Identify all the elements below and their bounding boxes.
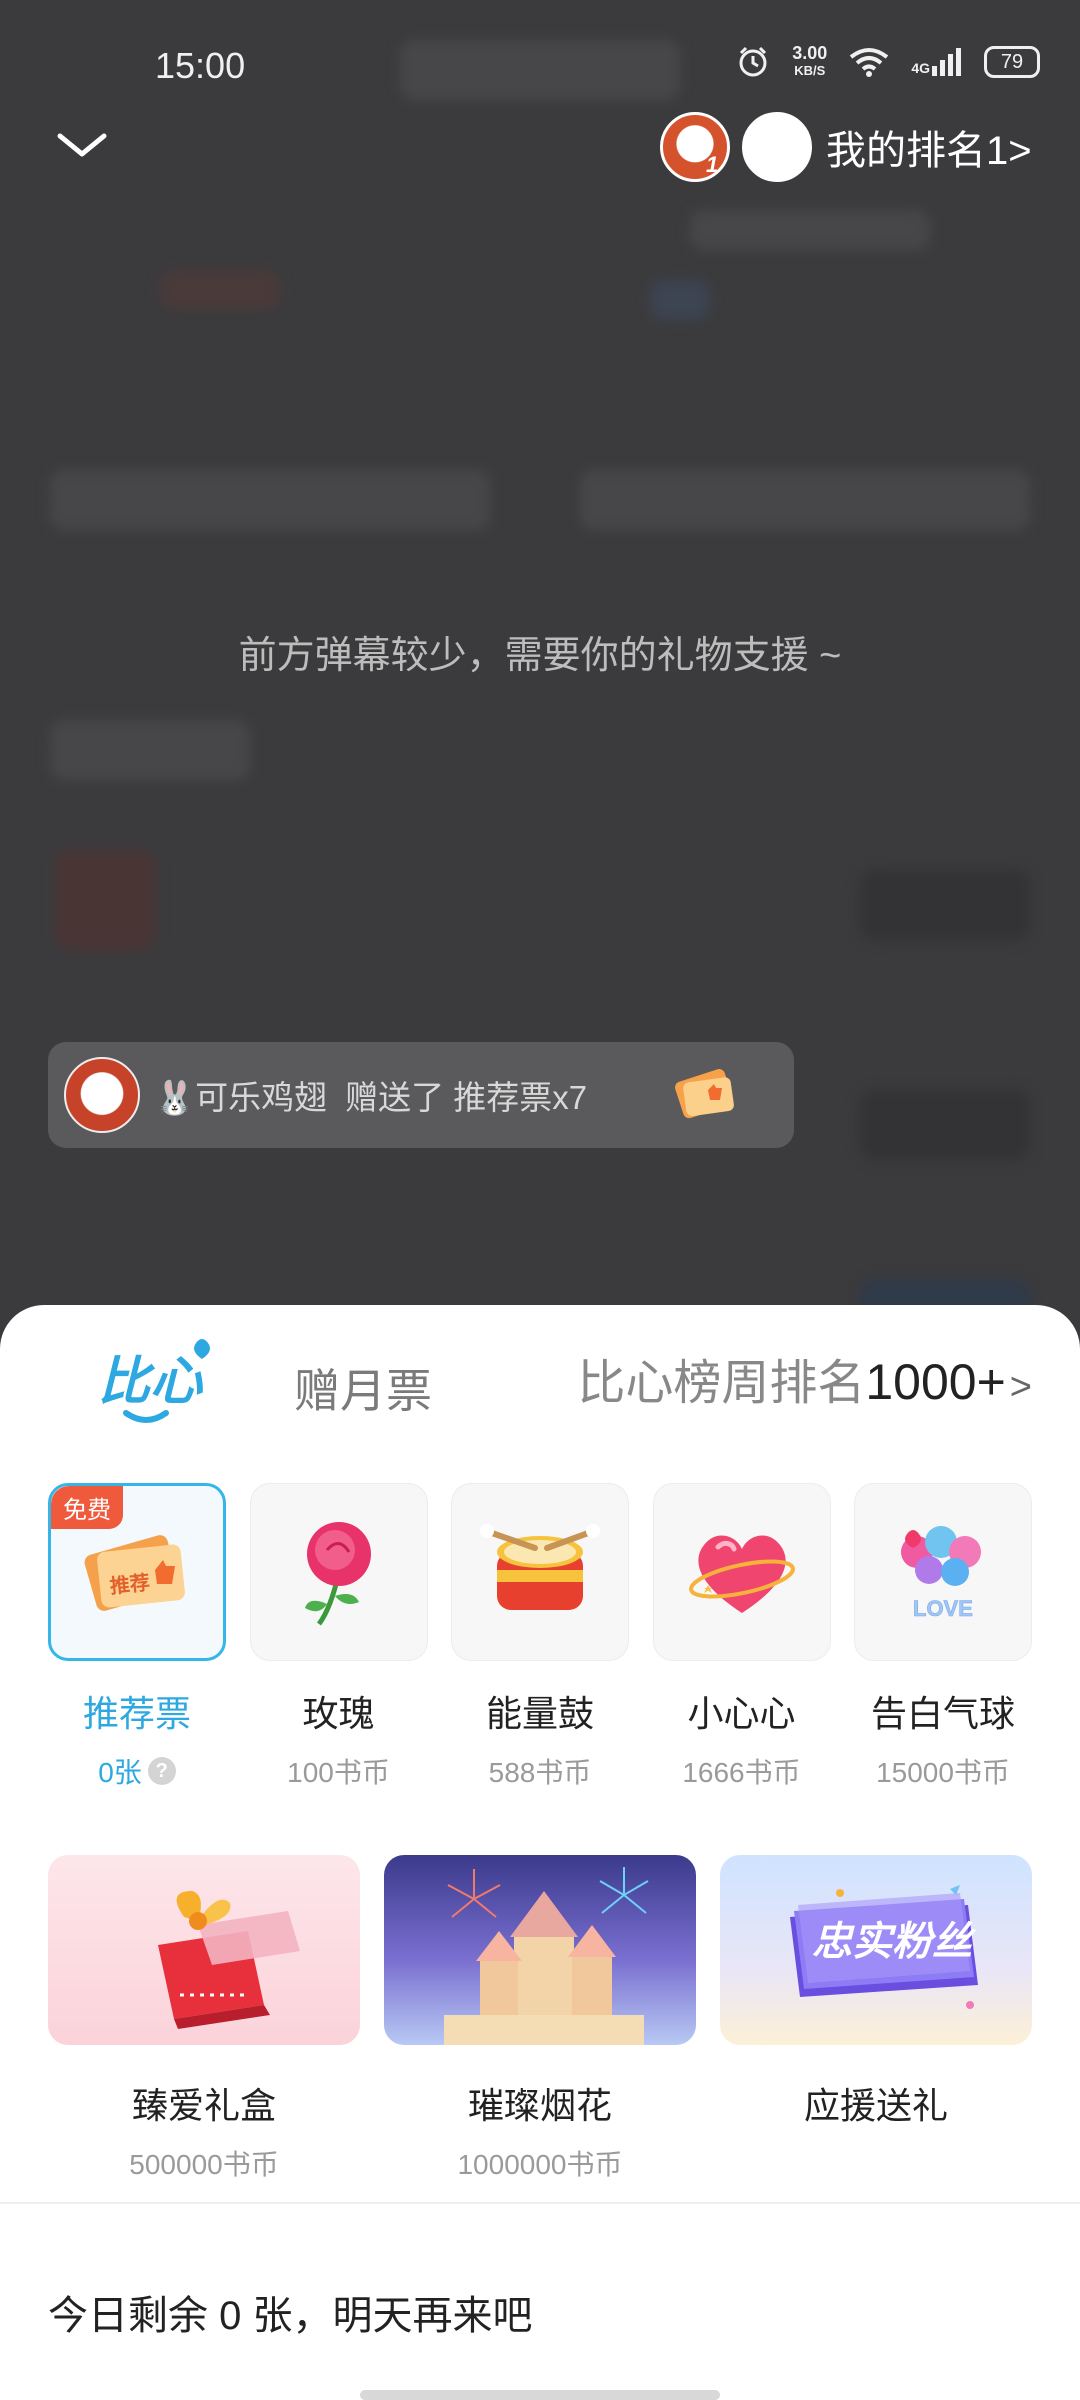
gift-card[interactable]	[652, 1483, 831, 1661]
free-badge: 免费	[51, 1486, 123, 1529]
gift-card[interactable]: 免费 推荐	[48, 1483, 226, 1661]
top-fan-avatar-2[interactable]	[742, 112, 812, 182]
gift-price: 500000书币	[129, 2149, 279, 2180]
fireworks-icon	[444, 1867, 649, 2045]
cellular-signal-icon: 4G	[911, 48, 962, 76]
gift-card[interactable]	[451, 1483, 629, 1661]
my-rank-link[interactable]: 我的排名1>	[826, 118, 1032, 176]
tab-monthly-ticket[interactable]: 赠月票	[294, 1355, 432, 1421]
top-fan-avatar-1[interactable]	[660, 112, 730, 182]
remaining-tickets-text: 今日剩余 0 张，明天再来吧	[48, 2294, 533, 2338]
gift-row-small: 免费 推荐 推荐票 0张 ? 玫瑰 100书币 能量鼓 588书币 小心心 16…	[48, 1483, 1032, 1791]
status-icons: 3.00 KB/S 4G 79	[736, 44, 1040, 80]
gift-name: 小心心	[687, 1693, 796, 1734]
gift-card[interactable]: 忠实粉丝	[720, 1855, 1032, 2045]
toast-action: 赠送了 推荐票x7	[345, 1079, 588, 1116]
ticket-icon	[675, 1069, 734, 1119]
alarm-icon	[739, 46, 767, 77]
top-row: 1 2 我的排名1>	[0, 110, 1080, 182]
gift-item-loyal-fan[interactable]: 忠实粉丝 应援送礼	[720, 1855, 1032, 2183]
gift-box-icon	[158, 1891, 300, 2029]
gift-item-fireworks[interactable]: 璀璨烟花 1000000书币	[384, 1855, 696, 2183]
help-icon[interactable]: ?	[147, 1757, 176, 1785]
rose-icon	[304, 1522, 371, 1626]
gift-sheet: 比心 赠月票 比心榜周排名 1000+ > 免费 推荐 推荐票 0张 ? 玫瑰 …	[0, 1305, 1080, 2400]
network-speed: 3.00 KB/S	[792, 43, 828, 78]
chevron-right-icon: >	[1009, 1366, 1032, 1408]
gift-item-drum[interactable]: 能量鼓 588书币	[451, 1483, 629, 1791]
gift-price: 0张 ?	[48, 1751, 226, 1791]
gift-name: 告白气球	[870, 1693, 1015, 1734]
home-indicator[interactable]	[360, 2390, 720, 2400]
gift-price: 100书币	[287, 1757, 390, 1788]
gift-price: 15000书币	[876, 1757, 1010, 1788]
svg-text:忠实粉丝: 忠实粉丝	[812, 1920, 977, 1964]
weekly-rank-label: 比心榜周排名	[577, 1357, 866, 1410]
chevron-down-icon[interactable]	[52, 120, 112, 170]
balloon-icon: LOVE	[901, 1526, 981, 1621]
status-bar: 15:00 3.00 KB/S 4G 79	[0, 0, 1080, 120]
avatar-rank-2: 2	[788, 152, 801, 177]
gift-name: 玫瑰	[302, 1693, 375, 1734]
gift-name: 璀璨烟花	[467, 2085, 612, 2126]
battery-indicator: 79	[984, 46, 1040, 78]
gift-item-rose[interactable]: 玫瑰 100书币	[249, 1483, 428, 1791]
gift-item-ticket[interactable]: 免费 推荐 推荐票 0张 ?	[48, 1483, 226, 1791]
gift-name: 能量鼓	[485, 1693, 594, 1734]
gift-name: 应援送礼	[803, 2085, 948, 2126]
status-time: 15:00	[155, 45, 246, 86]
gift-toast: 🐰可乐鸡翅 赠送了 推荐票x7	[48, 1042, 794, 1148]
gift-card[interactable]: LOVE	[854, 1483, 1032, 1661]
gift-price: 1000000书币	[457, 2149, 623, 2180]
loyal-fan-icon: 忠实粉丝	[790, 1885, 978, 2009]
gift-card[interactable]	[48, 1855, 360, 2045]
ticket-icon: 推荐	[84, 1535, 185, 1611]
drum-icon	[480, 1524, 600, 1610]
wifi-icon	[850, 48, 889, 77]
svg-text:比心: 比心	[98, 1353, 204, 1411]
gift-price: 588书币	[488, 1757, 592, 1788]
gift-card[interactable]	[384, 1855, 696, 2045]
gift-item-heart[interactable]: 小心心 1666书币	[652, 1483, 831, 1791]
avatar-rank-1: 1	[706, 152, 719, 177]
svg-text:LOVE: LOVE	[913, 1596, 973, 1621]
heart-icon	[688, 1535, 795, 1613]
avatar	[64, 1057, 140, 1133]
gift-item-balloon[interactable]: LOVE 告白气球 15000书币	[854, 1483, 1032, 1791]
weekly-rank-value: 1000+	[865, 1354, 1006, 1410]
toast-user: 🐰可乐鸡翅	[154, 1079, 328, 1116]
weekly-rank-link[interactable]: 比心榜周排名 1000+ >	[577, 1343, 1032, 1413]
gift-item-gift-box[interactable]: 臻爱礼盒 500000书币	[48, 1855, 360, 2183]
gift-price: 1666书币	[682, 1757, 801, 1788]
divider	[0, 2202, 1080, 2204]
bixin-logo-tab[interactable]: 比心	[96, 1333, 216, 1433]
danmu-tip: 前方弹幕较少，需要你的礼物支援 ~	[238, 635, 842, 677]
gift-name: 臻爱礼盒	[131, 2085, 276, 2126]
gift-row-large: 臻爱礼盒 500000书币 璀璨烟花 1000000书币 忠实粉丝 应援送礼	[48, 1855, 1032, 2183]
gift-card[interactable]	[249, 1483, 428, 1661]
gift-name: 推荐票	[82, 1693, 191, 1734]
